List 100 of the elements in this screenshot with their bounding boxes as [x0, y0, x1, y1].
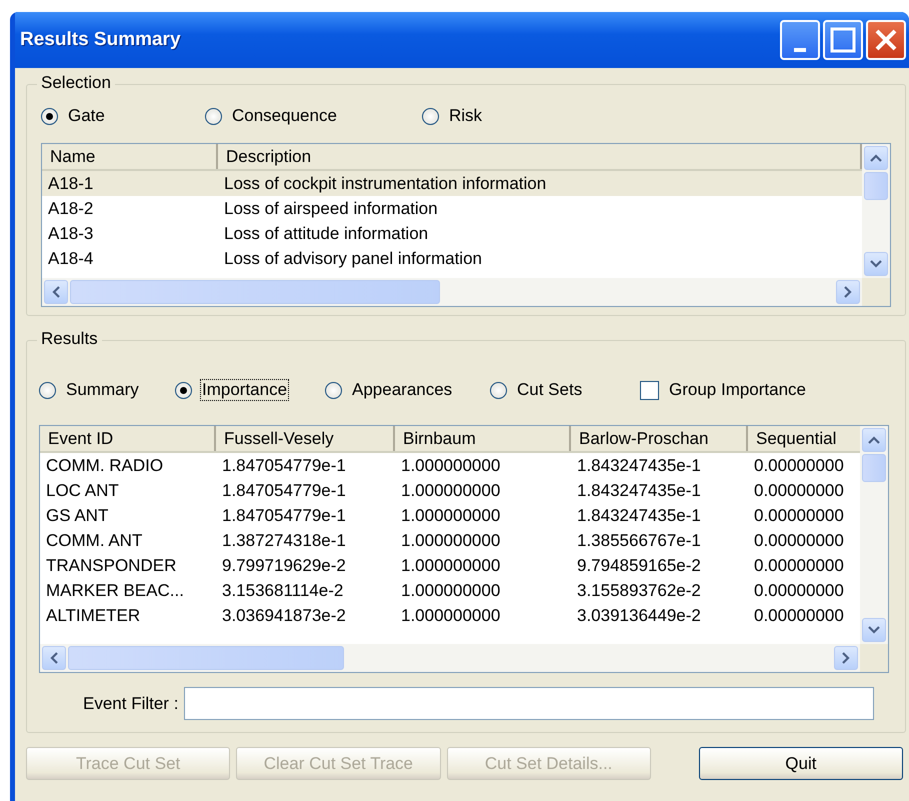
column-header[interactable]: Birnbaum: [395, 426, 571, 451]
chevron-left-icon: [52, 286, 60, 298]
scroll-left-button[interactable]: [42, 646, 66, 670]
scroll-down-button[interactable]: [862, 618, 886, 642]
table-cell-text: A18-2: [47, 198, 94, 218]
checkbox-label[interactable]: Group Importance: [667, 379, 808, 401]
column-header[interactable]: Name: [42, 144, 218, 169]
table-cell-text: 3.036941873e-2: [221, 606, 347, 626]
table-cell-text: 9.794859165e-2: [576, 556, 702, 576]
radio-label[interactable]: Summary: [64, 379, 141, 401]
scroll-up-button[interactable]: [864, 146, 888, 170]
chevron-up-icon: [868, 436, 880, 444]
table-cell-text: 0.00000000: [753, 506, 845, 526]
horizontal-scrollbar[interactable]: [40, 644, 860, 672]
table-cell-text: Loss of advisory panel information: [223, 248, 483, 268]
scroll-thumb[interactable]: [70, 280, 440, 304]
radio-button[interactable]: [39, 382, 56, 398]
minimize-icon: [794, 48, 806, 52]
field-label: Event Filter :: [83, 694, 178, 714]
chevron-left-icon: [50, 652, 58, 664]
scroll-left-button[interactable]: [44, 280, 68, 304]
scroll-thumb[interactable]: [864, 172, 888, 200]
chevron-right-icon: [844, 286, 852, 298]
radio-label[interactable]: Gate: [66, 105, 107, 127]
action-button[interactable]: Quit: [698, 747, 903, 780]
radio-button[interactable]: [422, 108, 439, 124]
scroll-down-button[interactable]: [864, 252, 888, 276]
scrollbar-corner: [860, 644, 888, 672]
radio-label[interactable]: Importance: [200, 379, 290, 401]
column-header[interactable]: Event ID: [40, 426, 216, 451]
table-cell-text: Loss of cockpit instrumentation information: [223, 174, 548, 194]
table-cell-text: 1.847054779e-1: [221, 506, 347, 526]
maximize-button[interactable]: [823, 20, 863, 60]
table-cell-text: A18-4: [47, 248, 94, 268]
table-cell-text: 1.843247435e-1: [576, 456, 702, 476]
vertical-scrollbar[interactable]: [862, 144, 890, 278]
table-cell-text: A18-1: [47, 174, 94, 194]
table-cell-text: 9.799719629e-2: [221, 556, 347, 576]
chevron-up-icon: [870, 154, 882, 162]
scroll-up-button[interactable]: [862, 428, 886, 452]
table-cell-text: 1.843247435e-1: [576, 506, 702, 526]
table-cell-text: 1.387274318e-1: [221, 530, 347, 550]
table-cell-text: 0.00000000: [753, 606, 845, 626]
table-cell-text: 1.000000000: [400, 606, 502, 626]
scroll-right-button[interactable]: [834, 646, 858, 670]
table-row[interactable]: A18-1 Loss of cockpit instrumentation information: [42, 171, 862, 196]
window-title: Results Summary: [20, 29, 182, 51]
column-header[interactable]: Fussell-Vesely: [216, 426, 395, 451]
radio-label[interactable]: Cut Sets: [515, 379, 584, 401]
table-cell-text: 1.000000000: [400, 530, 502, 550]
table-cell-text: 0.00000000: [753, 556, 845, 576]
table-cell-text: A18-3: [47, 224, 94, 244]
table-cell-text: COMM. ANT: [45, 530, 144, 550]
chevron-down-icon: [870, 260, 882, 268]
horizontal-scrollbar[interactable]: [42, 278, 862, 306]
scroll-thumb[interactable]: [68, 646, 344, 670]
table-cell-text: ALTIMETER: [45, 606, 142, 626]
event-filter-field[interactable]: [184, 687, 874, 720]
maximize-icon: [830, 27, 856, 53]
radio-button[interactable]: [490, 382, 507, 398]
table-cell-text: 1.000000000: [400, 456, 502, 476]
chevron-right-icon: [842, 652, 850, 664]
radio-button[interactable]: [41, 108, 58, 124]
table-cell-text: 3.039136449e-2: [576, 606, 702, 626]
table-cell-text: GS ANT: [45, 506, 110, 526]
table-cell-text: Loss of attitude information: [223, 224, 430, 244]
chevron-down-icon: [868, 626, 880, 634]
close-icon: [874, 28, 898, 52]
checkbox[interactable]: [640, 380, 659, 400]
radio-label[interactable]: Consequence: [230, 105, 339, 127]
table-cell-text: TRANSPONDER: [45, 556, 178, 576]
radio-button[interactable]: [205, 108, 222, 124]
column-header[interactable]: Barlow-Proschan: [571, 426, 748, 451]
table-cell-text: 3.153681114e-2: [221, 580, 344, 600]
table-cell-text: LOC ANT: [45, 480, 120, 500]
table-cell-text: 0.00000000: [753, 480, 845, 500]
table-cell-text: 1.843247435e-1: [576, 480, 702, 500]
table-cell-text: 1.000000000: [400, 580, 502, 600]
scroll-thumb[interactable]: [862, 454, 886, 482]
table-cell-text: 1.000000000: [400, 556, 502, 576]
table-cell-text: 1.000000000: [400, 506, 502, 526]
table-cell-text: MARKER BEAC...: [45, 580, 185, 600]
close-button[interactable]: [866, 20, 906, 60]
radio-button[interactable]: [175, 382, 192, 398]
table-cell-text: 1.847054779e-1: [221, 480, 347, 500]
radio-label[interactable]: Appearances: [350, 379, 454, 401]
scrollbar-corner: [862, 278, 890, 306]
table-cell-text: 0.00000000: [753, 580, 845, 600]
table-cell-text: COMM. RADIO: [45, 456, 164, 476]
table-cell-text: 0.00000000: [753, 456, 845, 476]
table-cell-text: Loss of airspeed information: [223, 198, 439, 218]
minimize-button[interactable]: [780, 20, 820, 60]
radio-button[interactable]: [325, 382, 342, 398]
table-cell-text: 1.847054779e-1: [221, 456, 347, 476]
radio-label[interactable]: Risk: [447, 105, 484, 127]
table-cell-text: 1.385566767e-1: [576, 530, 702, 550]
table-cell-text: 3.155893762e-2: [576, 580, 702, 600]
scroll-right-button[interactable]: [836, 280, 860, 304]
vertical-scrollbar[interactable]: [860, 426, 888, 644]
table-cell-text: 1.000000000: [400, 480, 502, 500]
